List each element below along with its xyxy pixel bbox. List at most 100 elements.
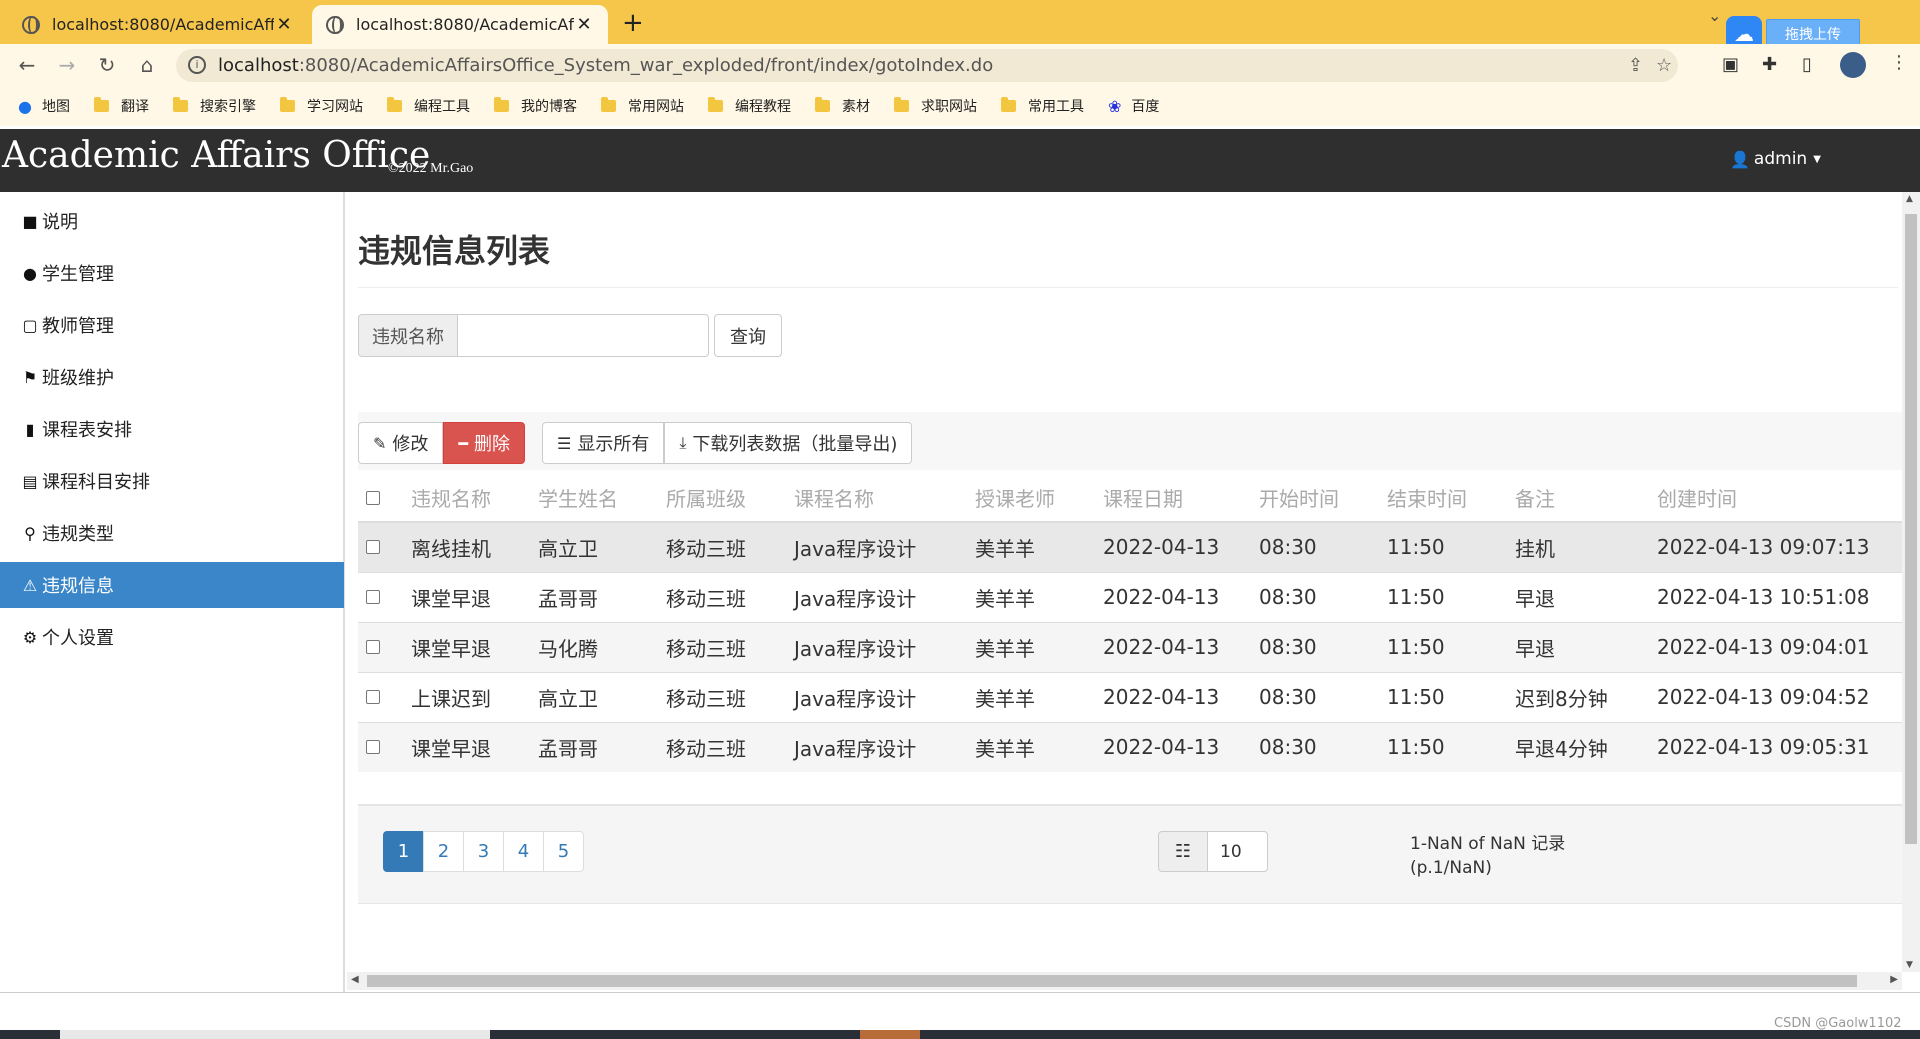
row-checkbox[interactable] [366, 690, 380, 704]
warning-icon: ⚠ [22, 575, 38, 595]
sidebar-item-settings[interactable]: ⚙ 个人设置 [0, 614, 344, 660]
bookmark-item[interactable]: 常用网站 [600, 96, 684, 116]
tab-close-icon[interactable]: ✕ [274, 14, 294, 35]
page-button[interactable]: 5 [543, 831, 584, 872]
vertical-scrollbar[interactable]: ▲ ▼ [1902, 192, 1920, 972]
reload-icon[interactable]: ↻ [94, 52, 120, 78]
sidebar-item-subjects[interactable]: ▤ 课程科目安排 [0, 458, 344, 504]
edit-button[interactable]: ✎ 修改 [358, 422, 444, 464]
bookmark-item[interactable]: 素材 [814, 96, 870, 116]
column-header[interactable]: 创建时间 [1649, 474, 1902, 523]
table-cell: 移动三班 [658, 721, 786, 772]
folder-icon [279, 97, 295, 112]
column-header[interactable]: 违规名称 [403, 474, 530, 523]
show-all-button[interactable]: ☰ 显示所有 [542, 422, 665, 464]
profile-avatar[interactable] [1840, 52, 1866, 78]
brand-copyright: ©2022 Mr.Gao [388, 161, 474, 176]
delete-button[interactable]: ━ 删除 [443, 422, 526, 464]
search-label: 违规名称 [358, 314, 458, 357]
browser-tab[interactable]: localhost:8080/AcademicAffairsOffice ✕ [8, 5, 308, 44]
column-header[interactable]: 授课老师 [967, 474, 1095, 523]
bookmark-item[interactable]: ❀ 百度 [1108, 96, 1159, 116]
bookmark-item[interactable]: 求职网站 [893, 96, 977, 116]
table-cell: 2022-04-13 09:04:01 [1649, 621, 1902, 672]
bookmark-item[interactable]: ● 地图 [18, 96, 70, 116]
column-header[interactable]: 课程日期 [1095, 474, 1251, 523]
bookmark-label: 素材 [841, 99, 870, 115]
horizontal-scrollbar[interactable]: ◀ ▶ [347, 972, 1902, 990]
download-export-button[interactable]: ⤓ 下载列表数据（批量导出) [664, 422, 913, 464]
page-button[interactable]: 3 [463, 831, 504, 872]
row-checkbox[interactable] [366, 540, 380, 555]
browser-tab-active[interactable]: localhost:8080/AcademicAffairsOffice ✕ [312, 5, 608, 44]
sidebar-item-students[interactable]: ● 学生管理 [0, 250, 344, 296]
scrollbar-thumb[interactable] [367, 975, 1857, 987]
tab-search-chevron-icon[interactable]: ⌄ [1708, 6, 1721, 25]
cog-icon: ⚙ [22, 627, 38, 647]
page-info: 1-NaN of NaN 记录 (p.1/NaN) [1410, 832, 1610, 880]
puzzle-extensions-icon[interactable]: ✚ [1762, 54, 1777, 75]
tab-close-icon[interactable]: ✕ [574, 14, 594, 35]
sidebar-item-description[interactable]: ■ 说明 [0, 198, 344, 244]
column-header[interactable]: 备注 [1507, 474, 1649, 523]
table-row[interactable]: 课堂早退 孟哥哥 移动三班 Java程序设计 美羊羊 2022-04-13 08… [358, 721, 1902, 772]
forward-arrow-icon[interactable]: → [54, 52, 80, 78]
search-icon: ⚲ [24, 523, 36, 543]
bookmark-item[interactable]: 常用工具 [1000, 96, 1084, 116]
user-dropdown[interactable]: 👤 admin ▼ [1730, 149, 1821, 169]
table-cell: 11:50 [1379, 721, 1507, 772]
table-row[interactable]: 课堂早退 马化腾 移动三班 Java程序设计 美羊羊 2022-04-13 08… [358, 621, 1902, 672]
scroll-up-arrow-icon[interactable]: ▲ [1906, 194, 1913, 204]
bookmark-item[interactable]: 编程教程 [707, 96, 791, 116]
scroll-down-arrow-icon[interactable]: ▼ [1906, 960, 1913, 970]
url-bar[interactable]: i localhost:8080/AcademicAffairsOffice_S… [176, 49, 1678, 82]
url-host: localhost [218, 55, 299, 76]
bookmark-item[interactable]: 翻译 [93, 96, 149, 116]
page-size-input[interactable]: 10 [1208, 831, 1268, 872]
scrollbar-thumb[interactable] [1905, 214, 1917, 844]
sidebar-item-violations[interactable]: ⚠ 违规信息 [0, 562, 344, 608]
bookmark-item[interactable]: 学习网站 [279, 96, 363, 116]
table-cell: 08:30 [1251, 621, 1379, 672]
share-icon[interactable]: ⇪ [1628, 55, 1643, 76]
sidebar-item-violation-types[interactable]: ⚲ 违规类型 [0, 510, 344, 556]
column-header[interactable]: 所属班级 [658, 474, 786, 523]
table-row[interactable]: 课堂早退 孟哥哥 移动三班 Java程序设计 美羊羊 2022-04-13 08… [358, 571, 1902, 622]
column-header[interactable]: 结束时间 [1379, 474, 1507, 523]
column-header[interactable]: 课程名称 [786, 474, 967, 523]
bookmark-item[interactable]: 搜索引擎 [172, 96, 256, 116]
side-panel-icon[interactable]: ▯ [1802, 54, 1812, 75]
sidebar-item-classes[interactable]: ⚑ 班级维护 [0, 354, 344, 400]
row-checkbox[interactable] [366, 740, 380, 755]
folder-icon [893, 97, 909, 112]
column-header[interactable]: 开始时间 [1251, 474, 1379, 523]
table-row[interactable]: 上课迟到 高立卫 移动三班 Java程序设计 美羊羊 2022-04-13 08… [358, 671, 1902, 722]
scroll-right-arrow-icon[interactable]: ▶ [1890, 974, 1898, 985]
query-button[interactable]: 查询 [714, 314, 782, 357]
select-all-checkbox[interactable] [366, 490, 380, 505]
scroll-left-arrow-icon[interactable]: ◀ [351, 974, 359, 985]
bookmark-item[interactable]: 我的博客 [493, 96, 577, 116]
extension-app-icon[interactable]: ▣ [1722, 54, 1739, 75]
url-text[interactable]: localhost:8080/AcademicAffairsOffice_Sys… [218, 55, 993, 76]
browser-menu-icon[interactable]: ⋮ [1890, 52, 1908, 73]
home-icon[interactable]: ⌂ [134, 52, 160, 78]
page-button[interactable]: 2 [423, 831, 464, 872]
violation-name-input[interactable] [458, 314, 709, 357]
page-button[interactable]: 1 [383, 831, 424, 872]
sidebar-item-teachers[interactable]: ▢ 教师管理 [0, 302, 344, 348]
row-checkbox[interactable] [366, 590, 380, 604]
bookmark-star-icon[interactable]: ☆ [1656, 55, 1672, 76]
back-arrow-icon[interactable]: ← [14, 52, 40, 78]
folder-icon [707, 97, 723, 112]
page-button[interactable]: 4 [503, 831, 544, 872]
table-row[interactable]: 离线挂机 高立卫 移动三班 Java程序设计 美羊羊 2022-04-13 08… [358, 521, 1902, 572]
column-header[interactable]: 学生姓名 [530, 474, 658, 523]
brand-title[interactable]: Academic Affairs Office [2, 135, 430, 176]
row-checkbox[interactable] [366, 640, 380, 654]
folder-icon [93, 97, 109, 112]
new-tab-button[interactable]: + [622, 8, 644, 38]
site-info-icon[interactable]: i [188, 56, 206, 74]
bookmark-item[interactable]: 编程工具 [386, 96, 470, 116]
sidebar-item-schedule[interactable]: ▮ 课程表安排 [0, 406, 344, 452]
